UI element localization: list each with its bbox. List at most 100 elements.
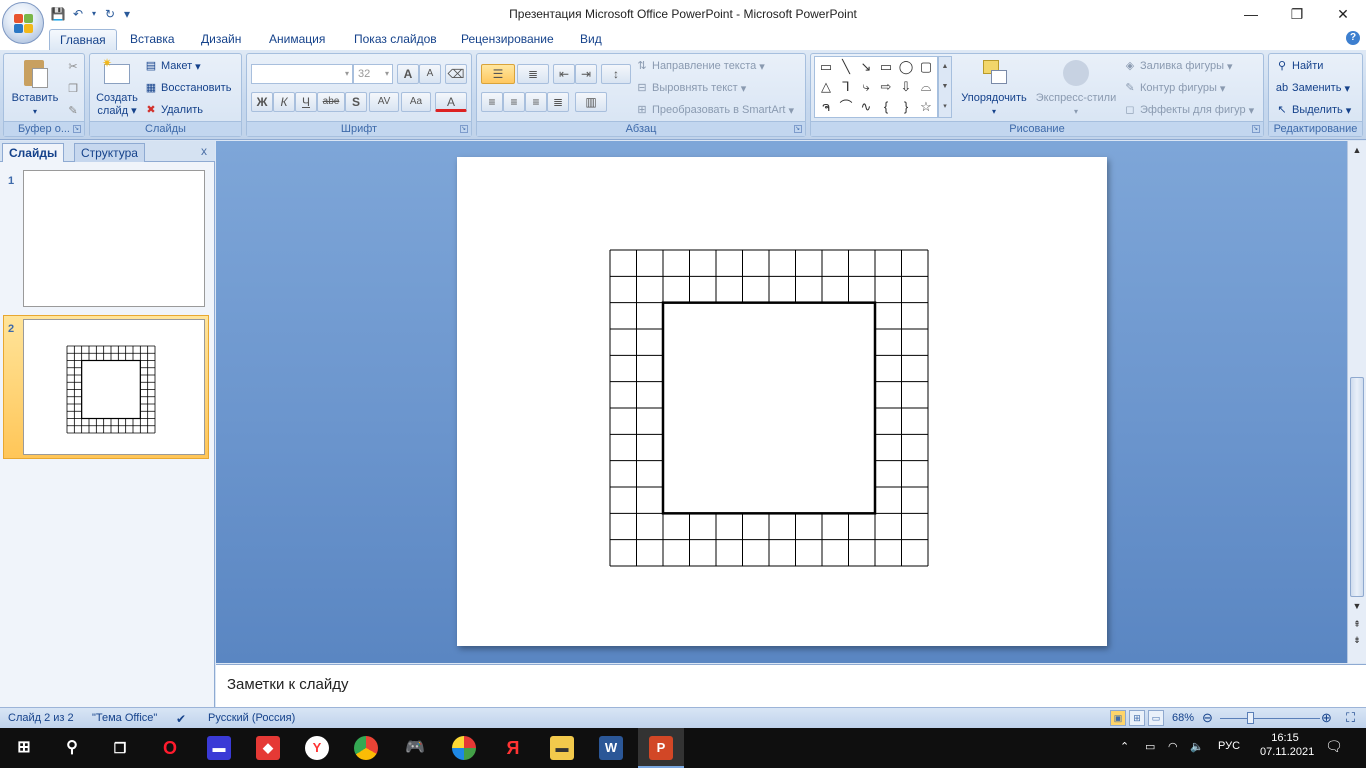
anydesk-icon[interactable]: ◆	[256, 736, 280, 760]
previous-slide-icon[interactable]: ⇞	[1350, 617, 1364, 631]
powerpoint-taskbar-active[interactable]: P	[638, 728, 684, 768]
font-launcher-icon[interactable]: ↘	[460, 125, 468, 133]
office-button[interactable]	[2, 2, 44, 44]
tab-animation[interactable]: Анимация	[269, 32, 325, 50]
slide-thumbnail-2[interactable]	[23, 319, 205, 455]
rectangle-shape-icon[interactable]: ▭	[877, 58, 895, 76]
italic-button[interactable]: К	[273, 92, 295, 112]
change-case-button[interactable]: Aa	[401, 92, 431, 112]
task-view-icon[interactable]: ❐	[108, 736, 132, 760]
tab-slides[interactable]: Слайды	[2, 143, 65, 162]
clock[interactable]: 16:15 07.11.2021	[1260, 732, 1314, 758]
restore-button[interactable]: ❐	[1274, 0, 1320, 28]
bold-button[interactable]: Ж	[251, 92, 273, 112]
shape-fill-button[interactable]: ◈ Заливка фигуры ▾	[1123, 58, 1233, 74]
close-button[interactable]: ✕	[1320, 0, 1366, 28]
volume-icon[interactable]: 🔈	[1190, 740, 1204, 753]
oval-shape-icon[interactable]: ◯	[897, 58, 915, 76]
align-left-button[interactable]: ≡	[481, 92, 503, 112]
layout-button[interactable]: ▤ Макет ▾	[144, 58, 201, 74]
triangle-shape-icon[interactable]: △	[817, 78, 835, 96]
opera-icon[interactable]: O	[158, 736, 182, 760]
strikethrough-button[interactable]: abe	[317, 92, 345, 112]
scroll-up-icon[interactable]: ▲	[1350, 143, 1364, 157]
format-painter-icon[interactable]: ✎	[66, 104, 80, 118]
slide-sorter-icon[interactable]: ⊞	[1129, 710, 1145, 726]
align-right-button[interactable]: ≡	[525, 92, 547, 112]
grid-table-drawing[interactable]	[457, 157, 1107, 646]
left-brace-shape-icon[interactable]: {	[877, 98, 895, 116]
shape-effects-button[interactable]: ◻ Эффекты для фигур ▾	[1123, 102, 1254, 118]
zoom-level[interactable]: 68%	[1172, 712, 1194, 724]
numbering-button[interactable]: ≣	[517, 64, 549, 84]
shapes-gallery-scroll[interactable]: ▲ ▼ ▾	[938, 56, 952, 118]
shadow-button[interactable]: S	[345, 92, 367, 112]
games-icon[interactable]: 🎮	[403, 736, 427, 760]
yandex-icon[interactable]: Я	[501, 736, 525, 760]
tab-view[interactable]: Вид	[580, 32, 602, 50]
vertical-scrollbar[interactable]: ▲ ▼ ⇞ ⇟	[1347, 141, 1366, 663]
justify-button[interactable]: ≣	[547, 92, 569, 112]
new-slide-button[interactable]: ✷ Создать слайд ▾	[92, 57, 142, 118]
tab-outline[interactable]: Структура	[74, 143, 145, 162]
save-app-icon[interactable]: ▬	[207, 736, 231, 760]
font-size-combo[interactable]: 32 ▾	[353, 64, 393, 84]
explorer-icon[interactable]: ▬	[550, 736, 574, 760]
chrome-icon[interactable]	[354, 736, 378, 760]
shape-outline-button[interactable]: ✎ Контур фигуры ▾	[1123, 80, 1225, 96]
word-icon[interactable]: W	[599, 736, 623, 760]
theme-name[interactable]: "Тема Office"	[92, 712, 157, 724]
find-button[interactable]: ⚲ Найти	[1275, 58, 1323, 74]
inner-square[interactable]	[661, 301, 877, 515]
slideshow-view-icon[interactable]: ▭	[1148, 710, 1164, 726]
normal-view-icon[interactable]: ▣	[1110, 710, 1126, 726]
line-spacing-button[interactable]: ↕	[601, 64, 631, 84]
decrease-indent-button[interactable]: ⇤	[553, 64, 575, 84]
font-color-button[interactable]: A	[435, 92, 467, 112]
quick-styles-button[interactable]: Экспресс-стили ▾	[1033, 58, 1119, 118]
shrink-font-button[interactable]: A	[419, 64, 441, 84]
language-indicator[interactable]: Русский (Россия)	[208, 712, 295, 724]
paste-button[interactable]: Вставить ▾	[8, 58, 62, 118]
help-icon[interactable]: ?	[1346, 31, 1360, 45]
next-slide-icon[interactable]: ⇟	[1350, 633, 1364, 647]
star-shape-icon[interactable]: ☆	[917, 98, 935, 116]
search-icon[interactable]: ⚲	[60, 736, 84, 760]
cut-icon[interactable]: ✂	[66, 60, 80, 74]
globe-icon[interactable]	[452, 736, 476, 760]
scroll-thumb[interactable]	[1350, 377, 1364, 597]
slide-canvas[interactable]	[457, 157, 1107, 646]
tab-review[interactable]: Рецензирование	[461, 32, 554, 50]
wifi-icon[interactable]: ◠	[1168, 740, 1178, 753]
zoom-slider-thumb[interactable]	[1247, 712, 1254, 724]
align-text-button[interactable]: ⊟ Выровнять текст ▾	[635, 80, 746, 96]
rounded-rect-shape-icon[interactable]: ▢	[917, 58, 935, 76]
copy-icon[interactable]: ❐	[66, 82, 80, 96]
yandex-browser-icon[interactable]: Y	[305, 736, 329, 760]
panel-close-icon[interactable]: x	[201, 144, 207, 158]
notes-pane[interactable]: Заметки к слайду	[216, 664, 1366, 707]
inner-square[interactable]	[81, 359, 141, 420]
increase-indent-button[interactable]: ⇥	[575, 64, 597, 84]
paragraph-launcher-icon[interactable]: ↘	[794, 125, 802, 133]
slide-thumbnail-1[interactable]	[23, 170, 205, 307]
notes-placeholder[interactable]: Заметки к слайду	[227, 676, 349, 693]
clipboard-launcher-icon[interactable]: ↘	[73, 125, 81, 133]
tab-insert[interactable]: Вставка	[130, 32, 175, 50]
text-direction-button[interactable]: ⇅ Направление текста ▾	[635, 58, 764, 74]
char-spacing-button[interactable]: AV	[369, 92, 399, 112]
right-brace-shape-icon[interactable]: }	[897, 98, 915, 116]
language-tray[interactable]: РУС	[1218, 740, 1240, 752]
arc-shape-icon[interactable]: ⌒	[837, 98, 855, 116]
zoom-out-icon[interactable]: ⊖	[1202, 710, 1213, 726]
replace-button[interactable]: ab Заменить ▾	[1275, 80, 1350, 96]
tab-home[interactable]: Главная	[49, 29, 117, 50]
delete-slide-button[interactable]: ✖ Удалить	[144, 102, 203, 118]
right-arrow-shape-icon[interactable]: ⇨	[877, 78, 895, 96]
scribble-shape-icon[interactable]: ຈ	[817, 98, 835, 116]
zoom-slider[interactable]	[1220, 718, 1320, 719]
zoom-in-icon[interactable]: ⊕	[1321, 710, 1332, 726]
battery-icon[interactable]: ▭	[1145, 740, 1155, 753]
tab-slideshow[interactable]: Показ слайдов	[354, 32, 437, 50]
elbow-arrow-icon[interactable]: ⤷	[857, 78, 875, 96]
